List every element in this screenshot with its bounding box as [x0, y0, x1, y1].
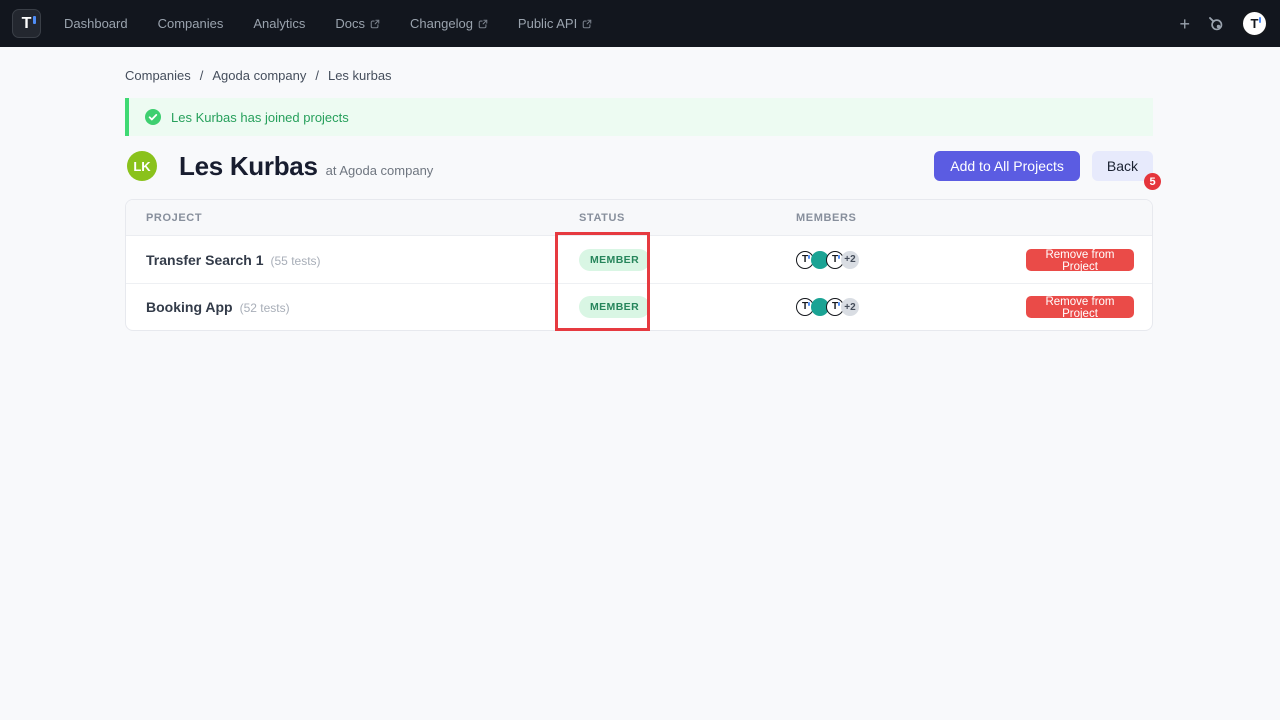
main-nav: Dashboard Companies Analytics Docs Chang… — [64, 16, 592, 31]
nav-item-analytics[interactable]: Analytics — [253, 16, 305, 31]
column-header-status: STATUS — [579, 212, 796, 224]
avatar-t-icon: T — [1251, 17, 1259, 30]
back-button-wrap: Back 5 — [1092, 151, 1153, 181]
avatar-t-icon: T — [802, 255, 808, 265]
project-tests-count: (52 tests) — [240, 301, 290, 315]
status-cell: MEMBER — [579, 249, 796, 271]
title-wrap: Les Kurbas at Agoda company — [179, 151, 433, 182]
page-header: LK Les Kurbas at Agoda company Add to Al… — [125, 148, 1153, 184]
column-header-members: MEMBERS — [796, 212, 1026, 224]
nav-item-companies[interactable]: Companies — [158, 16, 224, 31]
success-alert: Les Kurbas has joined projects — [125, 98, 1153, 136]
breadcrumb-separator: / — [200, 68, 204, 83]
action-cell: Remove from Project — [1026, 296, 1152, 318]
project-name: Transfer Search 1 — [146, 252, 264, 268]
members-cell: TT+2 — [796, 251, 1026, 269]
project-tests-count: (55 tests) — [271, 254, 321, 268]
status-cell: MEMBER — [579, 296, 796, 318]
back-button[interactable]: Back — [1092, 151, 1153, 181]
member-avatar: LK — [127, 151, 157, 181]
status-badge: MEMBER — [579, 296, 650, 318]
avatar-t-icon: T — [832, 302, 838, 312]
nav-item-changelog[interactable]: Changelog — [410, 16, 488, 31]
table-row: Booking App (52 tests) MEMBER TT+2 Remov… — [126, 283, 1152, 330]
external-link-icon — [582, 19, 592, 29]
brand-t-icon: T — [22, 16, 32, 32]
notification-badge: 5 — [1144, 173, 1161, 190]
nav-item-dashboard[interactable]: Dashboard — [64, 16, 128, 31]
search-icon[interactable] — [1207, 15, 1224, 32]
remove-from-project-button[interactable]: Remove from Project — [1026, 249, 1134, 271]
remove-from-project-button[interactable]: Remove from Project — [1026, 296, 1134, 318]
members-cell: TT+2 — [796, 298, 1026, 316]
status-badge: MEMBER — [579, 249, 650, 271]
project-name: Booking App — [146, 299, 233, 315]
avatar-t-icon: T — [802, 302, 808, 312]
plus-icon[interactable]: + — [1179, 15, 1190, 33]
extra-members-badge[interactable]: +2 — [841, 298, 859, 316]
user-avatar[interactable]: T — [1241, 10, 1268, 37]
page-subtitle: at Agoda company — [326, 163, 434, 178]
breadcrumb-item-1[interactable]: Companies — [125, 68, 191, 83]
breadcrumb-item-2[interactable]: Agoda company — [212, 68, 306, 83]
header-actions: Add to All Projects Back 5 — [934, 151, 1153, 181]
action-cell: Remove from Project — [1026, 249, 1152, 271]
table-body: Transfer Search 1 (55 tests) MEMBER TT+2… — [126, 236, 1152, 330]
column-header-project: PROJECT — [126, 212, 579, 224]
top-navbar: T Dashboard Companies Analytics Docs Cha… — [0, 0, 1280, 47]
navbar-right: + T — [1179, 10, 1268, 37]
project-cell: Transfer Search 1 (55 tests) — [126, 252, 579, 268]
page-title: Les Kurbas — [179, 151, 318, 182]
project-cell: Booking App (52 tests) — [126, 299, 579, 315]
nav-item-docs[interactable]: Docs — [335, 16, 380, 31]
add-to-all-projects-button[interactable]: Add to All Projects — [934, 151, 1080, 181]
breadcrumb: Companies / Agoda company / Les kurbas — [125, 68, 392, 83]
check-circle-icon — [145, 109, 161, 125]
extra-members-badge[interactable]: +2 — [841, 251, 859, 269]
nav-item-public-api[interactable]: Public API — [518, 16, 592, 31]
table-header-row: PROJECT STATUS MEMBERS — [126, 200, 1152, 236]
external-link-icon — [370, 19, 380, 29]
external-link-icon — [478, 19, 488, 29]
alert-message: Les Kurbas has joined projects — [171, 110, 349, 125]
table-row: Transfer Search 1 (55 tests) MEMBER TT+2… — [126, 236, 1152, 283]
breadcrumb-separator: / — [315, 68, 319, 83]
avatar-t-icon: T — [832, 255, 838, 265]
breadcrumb-item-3[interactable]: Les kurbas — [328, 68, 392, 83]
projects-table: PROJECT STATUS MEMBERS Transfer Search 1… — [125, 199, 1153, 331]
app-logo[interactable]: T — [12, 9, 41, 38]
